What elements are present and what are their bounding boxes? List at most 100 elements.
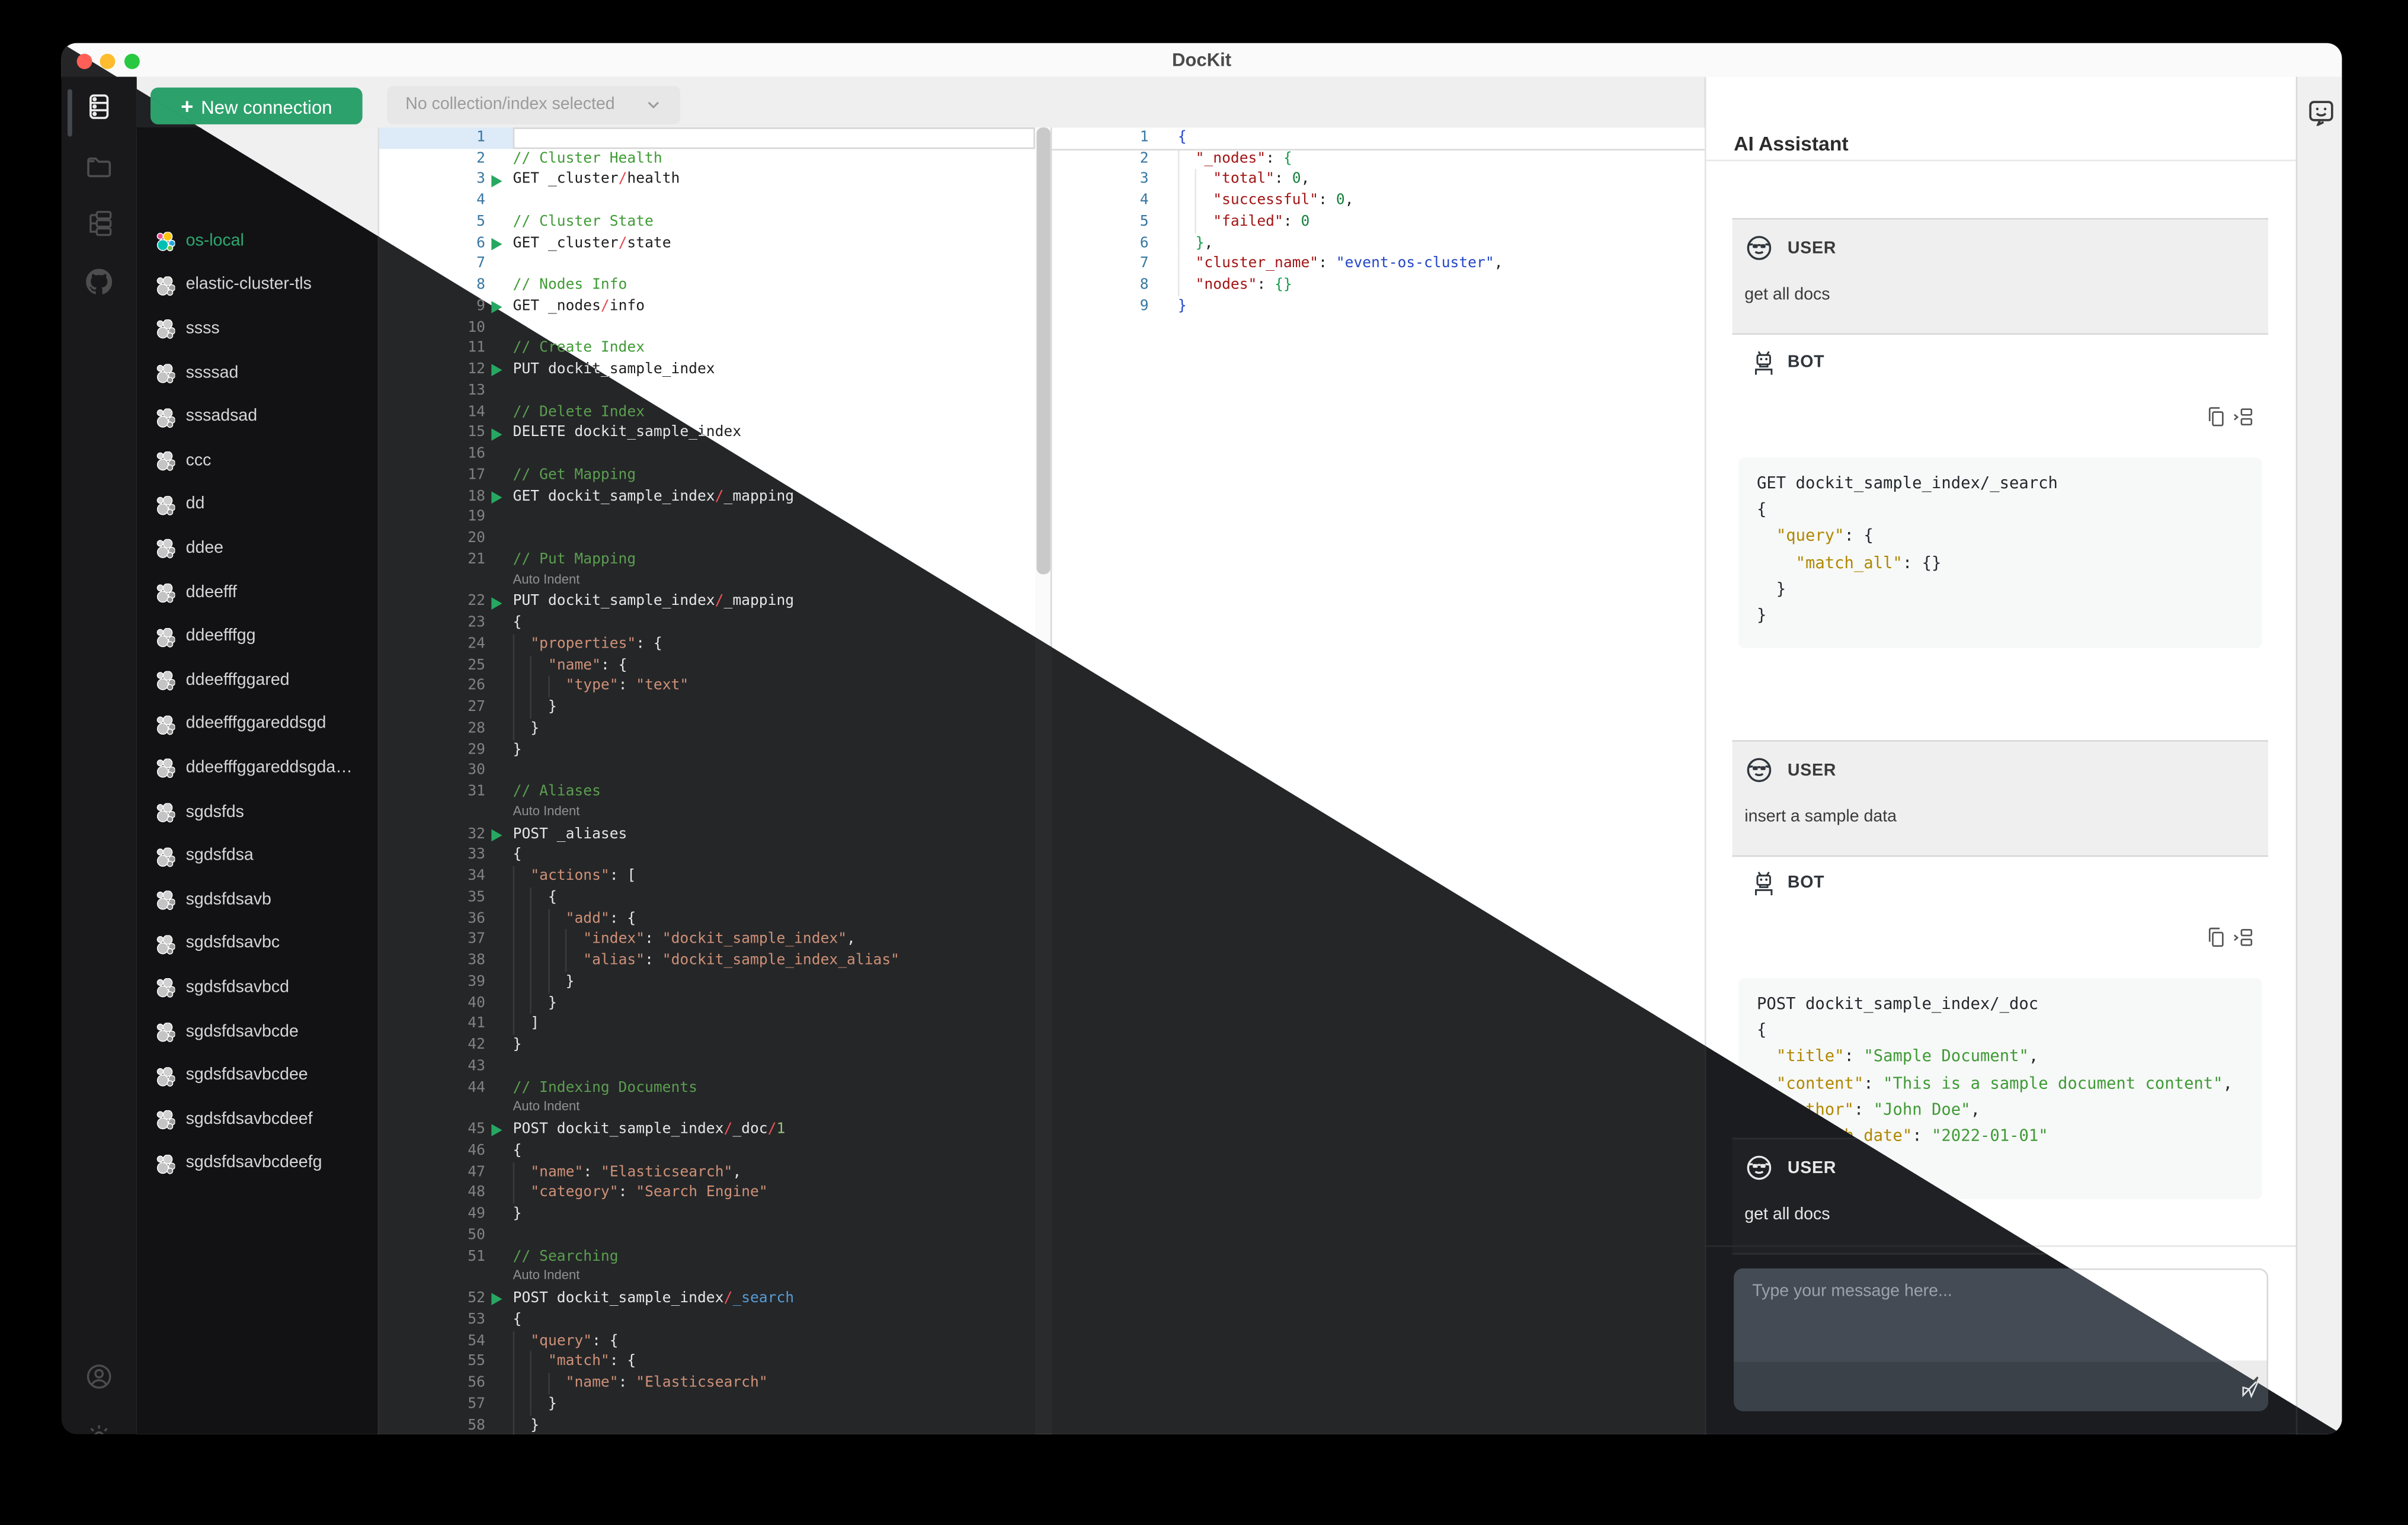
run-query-button[interactable]: [491, 428, 502, 440]
line-number: 54: [467, 1332, 486, 1350]
connection-item[interactable]: ddeefffggareddsgd: [137, 704, 377, 748]
collection-index-select[interactable]: No collection/index selected: [387, 85, 681, 124]
copy-icon[interactable]: [2207, 407, 2227, 427]
gear-icon[interactable]: [86, 1424, 112, 1434]
code-token: "successful": [1213, 192, 1319, 210]
new-connection-button[interactable]: + New connection: [150, 87, 363, 124]
code-token: 0: [1336, 192, 1345, 210]
chat-input[interactable]: Type your message here...: [1734, 1268, 2268, 1412]
editor-row: 6 GET _cluster/state: [379, 233, 1052, 254]
auto-indent-action[interactable]: Auto Indent: [513, 803, 580, 818]
code-line: "alias": "dockit_sample_index_alias": [513, 951, 899, 972]
editor-row: 44 // Indexing Documents: [379, 1077, 1052, 1098]
connection-item[interactable]: sgdsfdsavb: [137, 879, 377, 923]
code-token: POST dockit_sample_index: [513, 1121, 724, 1138]
run-query-button[interactable]: [491, 597, 502, 609]
connection-item[interactable]: ddeefffgg: [137, 616, 377, 660]
folder-icon[interactable]: [86, 153, 112, 180]
insert-to-editor-icon[interactable]: [2233, 407, 2253, 427]
run-query-button[interactable]: [491, 1124, 502, 1137]
chat-input-footer: [1734, 1362, 2268, 1412]
elastic-logo-gray-icon: [156, 671, 176, 691]
run-query-button[interactable]: [491, 301, 502, 314]
connection-item[interactable]: ddeefffggareddsgda…: [137, 748, 377, 792]
bot-code-1[interactable]: GET dockit_sample_index/_search { "query"…: [1738, 457, 2262, 648]
zoom-window-button[interactable]: [123, 53, 139, 69]
elastic-logo-gray-icon: [156, 451, 176, 472]
code-token: "category": [530, 1184, 619, 1202]
code-line: "category": "Search Engine": [513, 1183, 767, 1204]
auto-indent-action[interactable]: Auto Indent: [513, 1267, 580, 1283]
connection-item[interactable]: sgdsfdsavbcde: [137, 1011, 377, 1055]
run-query-button[interactable]: [491, 829, 502, 841]
code-token: {: [1757, 501, 1767, 520]
minimize-window-button[interactable]: [100, 53, 116, 69]
connection-item[interactable]: sgdsfds: [137, 792, 377, 835]
copy-icon[interactable]: [2207, 927, 2227, 947]
connection-item[interactable]: sgdsfdsavbcdeef: [137, 1099, 377, 1143]
auto-indent-action[interactable]: Auto Indent: [513, 1098, 580, 1114]
code-token: "match_all": [1795, 553, 1903, 572]
connection-item[interactable]: sgdsfdsa: [137, 835, 377, 879]
editor-scrollbar[interactable]: [1034, 127, 1052, 1434]
code-token: // Get Mapping: [513, 466, 636, 484]
connection-item[interactable]: dd: [137, 484, 377, 528]
line-number: 14: [467, 403, 486, 421]
connection-item[interactable]: sgdsfdsavbcdee: [137, 1055, 377, 1099]
server-icon[interactable]: [86, 94, 112, 120]
code-token: }: [513, 994, 557, 1012]
editor-row: 14 // Delete Index: [379, 402, 1052, 423]
insert-to-editor-icon[interactable]: [2233, 927, 2253, 947]
line-number: 2: [476, 150, 486, 167]
code-token: :: [1266, 150, 1283, 167]
run-query-button[interactable]: [491, 1293, 502, 1306]
tree-icon[interactable]: [86, 210, 112, 236]
connection-item[interactable]: os-local: [137, 220, 377, 264]
editor-row: 1: [379, 127, 1052, 149]
code-token: {: [513, 889, 557, 906]
run-query-button[interactable]: [491, 364, 502, 377]
editor-row: 40 }: [379, 992, 1052, 1014]
auto-indent-action[interactable]: Auto Indent: [513, 571, 580, 586]
bot-message-actions: [2207, 407, 2268, 427]
code-line: {: [513, 613, 522, 635]
code-token: // Cluster Health: [513, 150, 662, 167]
connection-item[interactable]: ddee: [137, 528, 377, 572]
toolbar: + New connection No collection/index sele…: [136, 76, 1705, 129]
connection-item[interactable]: elastic-cluster-tls: [137, 265, 377, 309]
connection-item[interactable]: ccc: [137, 440, 377, 484]
connection-item[interactable]: ssssad: [137, 353, 377, 396]
connection-item[interactable]: sssadsad: [137, 396, 377, 440]
elastic-logo-gray-icon: [156, 320, 176, 339]
send-icon[interactable]: [2239, 1376, 2262, 1399]
query-editor[interactable]: 1 2// Cluster Health 3 GET _cluster/health 4…: [377, 127, 1052, 1434]
chat-feedback-icon[interactable]: [2308, 100, 2334, 126]
run-query-button[interactable]: [491, 238, 502, 251]
code-token: {: [513, 847, 522, 864]
connection-item[interactable]: ddeefffggared: [137, 660, 377, 704]
code-line: GET dockit_sample_index/_mapping: [513, 486, 794, 508]
close-window-button[interactable]: [76, 53, 92, 69]
connection-item[interactable]: ddeefff: [137, 572, 377, 616]
scrollbar-thumb[interactable]: [1036, 127, 1050, 575]
line-number: 6: [1139, 234, 1149, 252]
connection-item[interactable]: sgdsfdsavbcdeefg: [137, 1143, 377, 1187]
connection-item[interactable]: sgdsfdsavbc: [137, 923, 377, 967]
connection-name: sssadsad: [185, 407, 258, 426]
line-number: 37: [467, 931, 486, 949]
response-row: 5 "failed": 0: [1052, 212, 1706, 233]
line-number: 2: [1139, 150, 1149, 167]
run-query-button[interactable]: [491, 174, 502, 187]
line-number: 47: [467, 1163, 486, 1181]
code-token: PUT dockit_sample_index: [513, 593, 715, 611]
code-token: : {: [592, 1332, 619, 1350]
user-icon[interactable]: [86, 1364, 112, 1390]
github-icon[interactable]: [86, 268, 113, 295]
connection-item[interactable]: sgdsfdsavbcd: [137, 967, 377, 1011]
connection-item[interactable]: ssss: [137, 309, 377, 353]
code-token: }: [1177, 297, 1187, 315]
run-query-button[interactable]: [491, 491, 502, 504]
